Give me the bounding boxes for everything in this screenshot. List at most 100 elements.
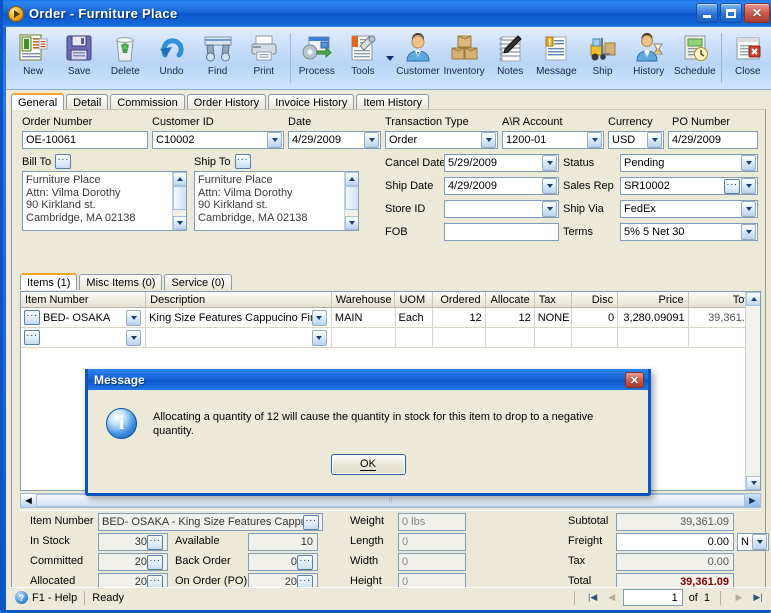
toolbar-find-button[interactable]: Find (195, 30, 241, 88)
cell-disc[interactable] (572, 328, 619, 347)
in-stock-lookup-button[interactable]: ··· (147, 534, 163, 550)
transaction-type-combo[interactable]: Order (385, 131, 498, 149)
toolbar-inventory-button[interactable]: Inventory (441, 30, 487, 88)
fob-input[interactable] (444, 223, 559, 241)
chevron-down-icon[interactable] (481, 132, 496, 148)
freight-input[interactable]: 0.00 (616, 533, 734, 551)
toolbar-ship-button[interactable]: Ship (579, 30, 625, 88)
cancel-date-combo[interactable]: 5/29/2009 (444, 154, 559, 172)
first-record-button[interactable]: |◀ (585, 590, 601, 605)
tab-misc-items[interactable]: Misc Items (0) (79, 274, 163, 290)
chevron-down-icon[interactable] (741, 201, 756, 217)
po-number-input[interactable]: 4/29/2009 (668, 131, 758, 149)
help-question-icon[interactable]: ? (15, 591, 28, 604)
cell-item-number[interactable]: ··· BED- OSAKA (21, 308, 147, 327)
committed-lookup-button[interactable]: ··· (147, 554, 163, 570)
scroll-thumb[interactable] (345, 186, 358, 210)
chevron-down-icon[interactable] (741, 155, 756, 171)
cell-price[interactable] (618, 328, 689, 347)
chevron-down-icon[interactable] (311, 309, 327, 326)
detail-item-number-input[interactable]: BED- OSAKA - King Size Features Cappucin… (98, 513, 323, 531)
bill-to-address[interactable]: Furniture Place Attn: Vilma Dorothy 90 K… (22, 171, 187, 231)
back-order-lookup-button[interactable]: ··· (297, 554, 313, 570)
detail-item-lookup-button[interactable]: ··· (303, 514, 319, 530)
cell-item-number[interactable]: ··· (21, 328, 147, 347)
grid-col-uom[interactable]: UOM (395, 292, 433, 307)
grid-col-ordered[interactable]: Ordered (433, 292, 486, 307)
toolbar-tools-button[interactable]: Tools (340, 30, 386, 88)
cell-ordered[interactable] (433, 328, 486, 347)
grid-col-price[interactable]: Price (618, 292, 689, 307)
width-input[interactable]: 0 (398, 553, 466, 571)
page-input[interactable]: 1 (622, 589, 683, 606)
grid-col-disc[interactable]: Disc (572, 292, 619, 307)
date-combo[interactable]: 4/29/2009 (288, 131, 381, 149)
terms-combo[interactable]: 5% 5 Net 30 (620, 223, 758, 241)
grid-vertical-scrollbar[interactable] (745, 292, 760, 490)
grid-col-description[interactable]: Description (146, 292, 332, 307)
scroll-up-icon[interactable] (746, 292, 760, 306)
chevron-down-icon[interactable] (741, 224, 756, 240)
chevron-down-icon[interactable] (741, 178, 756, 194)
cell-disc[interactable]: 0 (572, 308, 619, 327)
chevron-down-icon[interactable] (311, 329, 327, 346)
scroll-thumb[interactable] (173, 186, 186, 210)
cell-uom[interactable]: Each (396, 308, 433, 327)
toolbar-save-button[interactable]: Save (56, 30, 102, 88)
cell-description[interactable]: King Size Features Cappucino Finish (146, 308, 332, 327)
scroll-left-icon[interactable]: ◄ (21, 494, 36, 507)
cell-warehouse[interactable] (332, 328, 396, 347)
ship-date-combo[interactable]: 4/29/2009 (444, 177, 559, 195)
scroll-down-icon[interactable] (345, 216, 358, 230)
dialog-close-button[interactable]: ✕ (625, 372, 644, 388)
back-order-input[interactable]: 0 ··· (248, 553, 318, 571)
chevron-down-icon[interactable] (126, 309, 142, 326)
toolbar-process-button[interactable]: Process (294, 30, 340, 88)
scroll-down-icon[interactable] (746, 476, 760, 490)
toolbar-customer-button[interactable]: Customer (395, 30, 441, 88)
ship-via-combo[interactable]: FedEx (620, 200, 758, 218)
available-input[interactable]: 10 (248, 533, 318, 551)
cell-uom[interactable] (396, 328, 433, 347)
customer-id-combo[interactable]: C10002 (152, 131, 284, 149)
toolbar-schedule-button[interactable]: Schedule (672, 30, 718, 88)
grid-col-warehouse[interactable]: Warehouse (332, 292, 396, 307)
length-input[interactable]: 0 (398, 533, 466, 551)
toolbar-tools-dropdown-icon[interactable] (386, 30, 395, 86)
tab-order-history[interactable]: Order History (186, 94, 267, 110)
cell-description[interactable] (146, 328, 332, 347)
grid-col-allocate[interactable]: Allocate (486, 292, 535, 307)
order-number-input[interactable]: OE-10061 (22, 131, 148, 149)
toolbar-delete-button[interactable]: Delete (102, 30, 148, 88)
toolbar-message-button[interactable]: Message (533, 30, 579, 88)
toolbar-close-button[interactable]: Close (725, 30, 771, 88)
table-row[interactable]: ··· BED- OSAKA King Size Features Cappuc… (21, 308, 760, 328)
weight-input[interactable]: 0 lbs (398, 513, 466, 531)
tab-commission[interactable]: Commission (110, 94, 185, 110)
currency-combo[interactable]: USD (608, 131, 664, 149)
tab-invoice-history[interactable]: Invoice History (268, 94, 355, 110)
minimize-button[interactable] (696, 3, 718, 23)
chevron-down-icon[interactable] (542, 201, 557, 217)
chevron-down-icon[interactable] (542, 155, 557, 171)
chevron-down-icon[interactable] (267, 132, 282, 148)
prev-record-button[interactable]: ◀ (604, 590, 620, 605)
chevron-down-icon[interactable] (126, 329, 142, 346)
tab-detail[interactable]: Detail (66, 94, 109, 110)
item-lookup-button[interactable]: ··· (24, 310, 40, 325)
maximize-button[interactable] (720, 3, 742, 23)
freight-flag-combo[interactable]: N (737, 533, 769, 551)
next-record-button[interactable]: ▶ (731, 590, 747, 605)
status-combo[interactable]: Pending (620, 154, 758, 172)
scroll-up-icon[interactable] (345, 172, 358, 186)
tab-service[interactable]: Service (0) (164, 274, 232, 290)
chevron-down-icon[interactable] (587, 132, 602, 148)
last-record-button[interactable]: ▶| (750, 590, 766, 605)
ship-to-lookup-button[interactable]: ··· (234, 154, 251, 169)
cell-tax[interactable]: NONE (535, 308, 573, 327)
close-button[interactable]: ✕ (744, 3, 770, 23)
table-row[interactable]: ··· (21, 328, 760, 348)
cell-allocate[interactable]: 12 (486, 308, 535, 327)
cell-allocate[interactable] (486, 328, 535, 347)
grid-col-tax[interactable]: Tax (535, 292, 572, 307)
